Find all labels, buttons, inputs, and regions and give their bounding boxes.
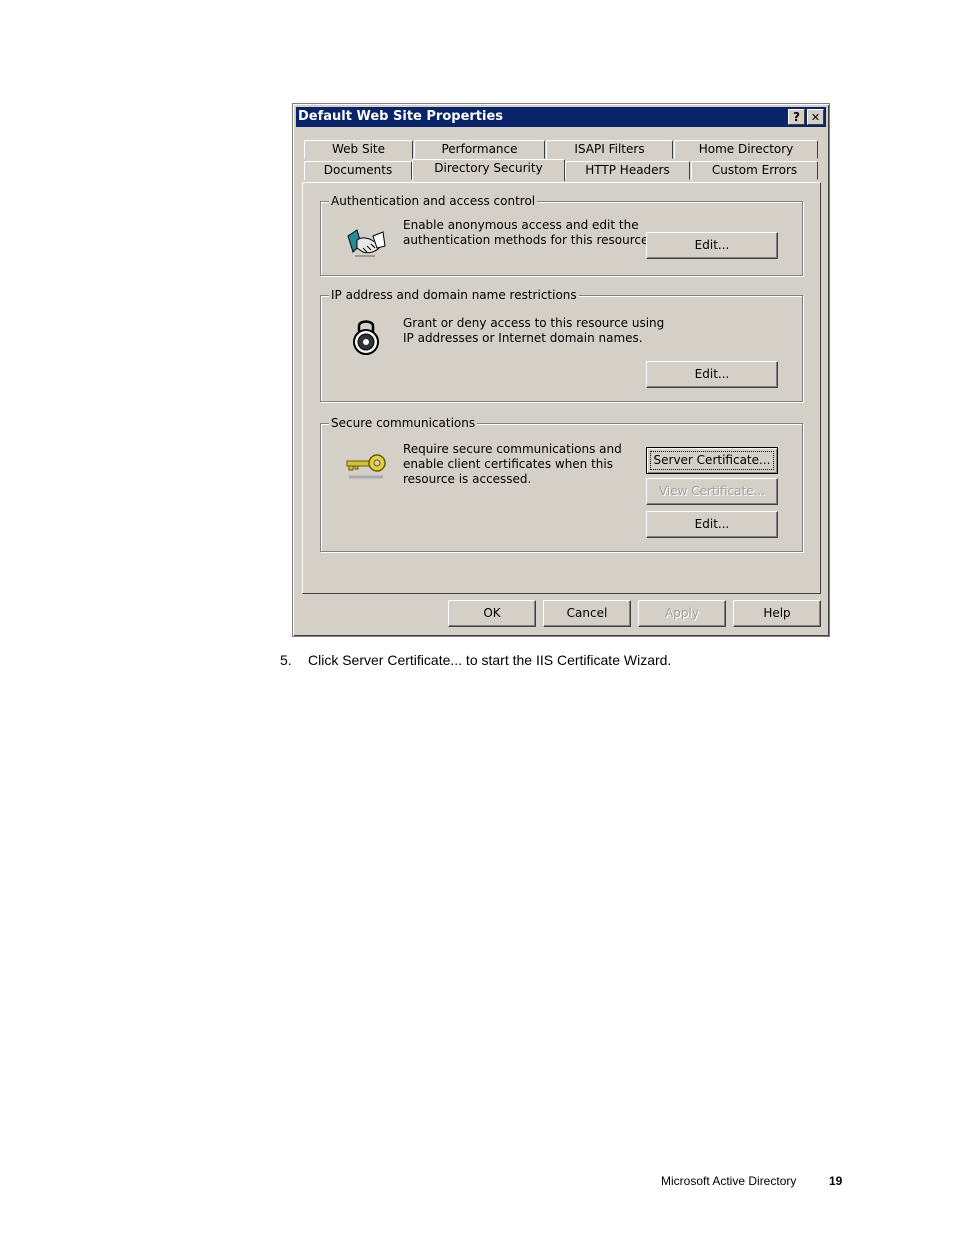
server-certificate-button[interactable]: Server Certificate... [646, 447, 778, 474]
page-number: 19 [829, 1174, 843, 1188]
secure-edit-button[interactable]: Edit... [646, 511, 778, 538]
tab-directory-security[interactable]: Directory Security [412, 159, 565, 181]
server-certificate-label: Server Certificate... [650, 451, 774, 470]
ip-edit-button[interactable]: Edit... [646, 361, 778, 388]
step-number: 5. [280, 652, 292, 668]
ip-description-line2: IP addresses or Internet domain names. [403, 331, 643, 345]
secure-description-line3: resource is accessed. [403, 472, 532, 486]
key-icon [346, 454, 386, 479]
auth-description-line1: Enable anonymous access and edit the [403, 218, 639, 232]
tab-web-site[interactable]: Web Site [304, 140, 413, 159]
footer-title: Microsoft Active Directory [661, 1174, 797, 1188]
auth-description-line2: authentication methods for this resource… [403, 233, 653, 247]
cancel-button[interactable]: Cancel [543, 600, 631, 627]
tab-home-directory[interactable]: Home Directory [674, 140, 818, 159]
view-certificate-button: View Certificate... [646, 478, 778, 505]
auth-group: Authentication and access control Enable… [320, 193, 803, 276]
secure-description-line2: enable client certificates when this [403, 457, 613, 471]
help-icon[interactable]: ? [788, 109, 805, 125]
tab-performance[interactable]: Performance [414, 140, 545, 159]
tab-documents[interactable]: Documents [304, 161, 412, 180]
auth-group-title: Authentication and access control [329, 193, 538, 209]
auth-edit-button[interactable]: Edit... [646, 232, 778, 259]
apply-button: Apply [638, 600, 726, 627]
handshake-icon [347, 229, 386, 257]
tab-panel: Authentication and access control Enable… [302, 182, 821, 594]
help-button[interactable]: Help [733, 600, 821, 627]
ok-button[interactable]: OK [448, 600, 536, 627]
close-icon[interactable]: ✕ [807, 109, 824, 125]
tab-http-headers[interactable]: HTTP Headers [565, 161, 690, 180]
ip-group: IP address and domain name restrictions … [320, 287, 803, 402]
padlock-icon [353, 320, 379, 355]
tab-isapi-filters[interactable]: ISAPI Filters [546, 140, 673, 159]
secure-group: Secure communications Require secure com… [320, 415, 803, 552]
dialog-title: Default Web Site Properties [298, 109, 504, 124]
ip-description-line1: Grant or deny access to this resource us… [403, 316, 665, 330]
ip-group-title: IP address and domain name restrictions [329, 287, 579, 303]
secure-group-title: Secure communications [329, 415, 478, 431]
tab-custom-errors[interactable]: Custom Errors [691, 161, 818, 180]
title-bar: Default Web Site Properties ? ✕ [296, 107, 826, 127]
secure-description-line1: Require secure communications and [403, 442, 622, 456]
step-text: Click Server Certificate... to start the… [308, 652, 672, 668]
properties-dialog: Default Web Site Properties ? ✕ Web Site… [292, 103, 830, 637]
